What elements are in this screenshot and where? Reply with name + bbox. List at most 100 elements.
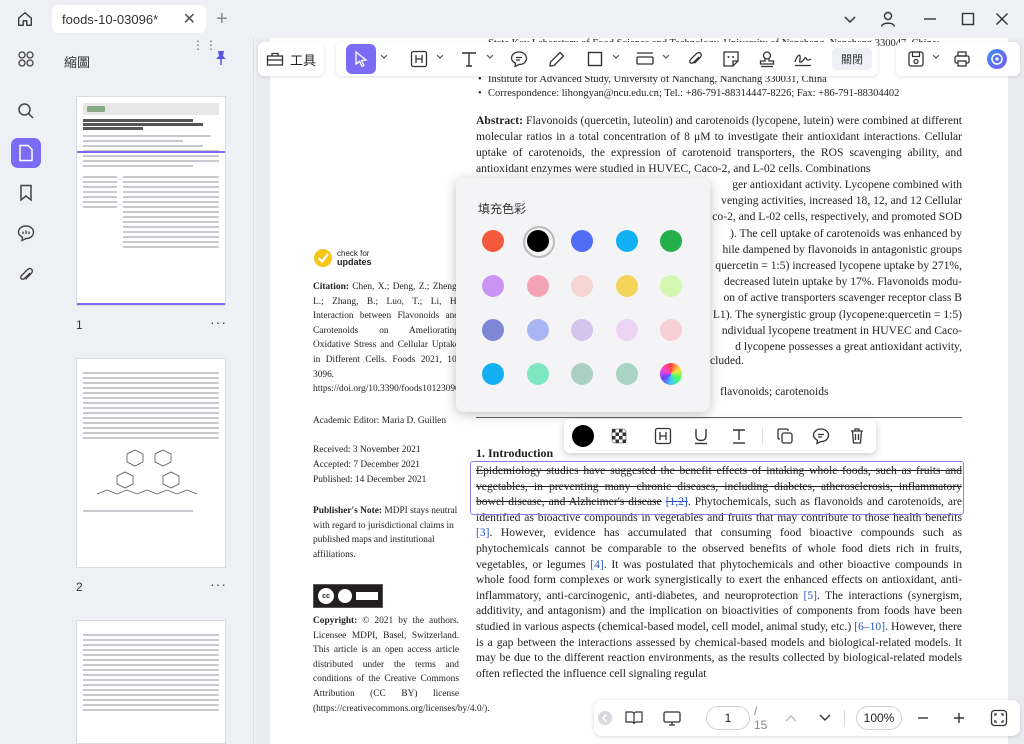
account-icon[interactable] [876, 8, 900, 30]
color-swatch[interactable] [482, 363, 504, 385]
tools-button[interactable]: 工具 [258, 42, 324, 76]
strikethrough-selection-box[interactable] [470, 461, 964, 515]
highlight-text-icon[interactable] [650, 423, 676, 449]
comment-tool-button[interactable] [506, 44, 532, 74]
citation-link[interactable]: [5] [803, 589, 817, 602]
color-swatch[interactable] [527, 363, 549, 385]
page-thumbnail-3[interactable] [76, 620, 226, 744]
strikethrough-text-icon[interactable] [726, 423, 752, 449]
close-window-icon[interactable] [990, 8, 1014, 30]
color-swatch[interactable] [571, 275, 593, 297]
attach-tool-button[interactable] [682, 44, 708, 74]
color-swatch[interactable] [660, 319, 682, 341]
page-thumbnail-2[interactable] [76, 358, 226, 568]
color-swatch[interactable] [571, 319, 593, 341]
affiliation-line-3: • Correspondence: lihongyan@ncu.edu.cn; T… [478, 88, 900, 99]
print-icon[interactable] [950, 44, 974, 74]
check-for-updates-badge[interactable]: check for updates [313, 248, 372, 268]
apps-grid-icon[interactable] [11, 44, 41, 74]
chevron-down-icon[interactable] [612, 54, 620, 60]
next-page-icon[interactable] [816, 706, 834, 730]
published-date: Published: 14 December 2021 [313, 475, 427, 485]
color-swatch[interactable] [482, 319, 504, 341]
close-tab-icon[interactable]: ✕ [183, 9, 196, 29]
color-swatch[interactable] [482, 275, 504, 297]
select-tool-button[interactable] [346, 44, 376, 74]
toolbox-icon [266, 52, 284, 66]
color-swatch-selected[interactable] [523, 226, 555, 258]
collapse-bar-icon[interactable] [596, 706, 614, 730]
search-icon[interactable] [11, 96, 41, 126]
present-icon[interactable] [660, 706, 684, 730]
comments-icon[interactable] [11, 218, 41, 248]
current-view-frame [77, 151, 225, 305]
citation-link[interactable]: [3] [476, 526, 490, 539]
zoom-level-input[interactable]: 100% [856, 706, 902, 730]
opacity-icon[interactable] [606, 423, 632, 449]
citation-link[interactable]: [6–10] [854, 620, 885, 633]
thumbnails-icon[interactable] [11, 138, 41, 168]
color-swatch[interactable] [660, 275, 682, 297]
maximize-icon[interactable] [956, 8, 980, 30]
chevron-down-icon[interactable] [662, 54, 670, 60]
new-tab-icon[interactable]: + [216, 8, 228, 31]
shape-tool-button[interactable] [582, 44, 608, 74]
color-swatch[interactable] [616, 363, 638, 385]
page-number-input[interactable]: 1 [706, 706, 750, 730]
minimize-icon[interactable] [918, 8, 942, 30]
zoom-in-icon[interactable] [950, 706, 968, 730]
save-icon[interactable] [904, 44, 928, 74]
fill-color-button[interactable] [570, 423, 596, 449]
color-swatch[interactable] [571, 230, 593, 252]
stamp-tool-button[interactable] [754, 44, 780, 74]
divider [762, 428, 763, 444]
color-swatch[interactable] [660, 230, 682, 252]
measure-tool-button[interactable] [632, 44, 658, 74]
citation-link[interactable]: [4] [590, 558, 604, 571]
color-swatch[interactable] [571, 363, 593, 385]
underline-icon[interactable] [688, 423, 714, 449]
bookmark-icon[interactable] [11, 178, 41, 208]
highlight-tool-button[interactable] [406, 44, 432, 74]
color-swatch[interactable] [616, 275, 638, 297]
sticker-tool-button[interactable] [718, 44, 744, 74]
panel-title: 縮圖 [64, 55, 91, 70]
pen-tool-button[interactable] [544, 44, 570, 74]
cc-by-license-logo[interactable]: cc [313, 584, 383, 608]
pin-icon[interactable] [214, 50, 228, 71]
received-date: Received: 3 November 2021 [313, 445, 421, 455]
color-swatch[interactable] [527, 275, 549, 297]
add-comment-icon[interactable] [808, 423, 834, 449]
color-swatch[interactable] [616, 230, 638, 252]
home-icon[interactable] [12, 7, 38, 31]
copy-icon[interactable] [772, 423, 798, 449]
color-swatch[interactable] [616, 319, 638, 341]
divider [844, 710, 845, 726]
page-1-more-icon[interactable]: ··· [210, 314, 227, 330]
chevron-down-icon[interactable] [838, 8, 862, 30]
chevron-down-icon[interactable] [380, 54, 388, 60]
previous-page-icon[interactable] [782, 706, 800, 730]
reading-mode-icon[interactable] [622, 706, 646, 730]
text-tool-button[interactable] [456, 44, 482, 74]
left-rail [0, 38, 50, 744]
page-thumbnail-1[interactable] [76, 96, 226, 306]
check-updates-line-2: updates [337, 257, 372, 267]
chevron-down-icon[interactable] [436, 54, 444, 60]
zoom-out-icon[interactable] [914, 706, 932, 730]
chevron-down-icon[interactable] [486, 54, 494, 60]
fit-page-icon[interactable] [988, 706, 1010, 730]
color-swatch[interactable] [482, 230, 504, 252]
custom-color-wheel[interactable] [660, 363, 682, 385]
document-tab[interactable]: foods-10-03096* ✕ [52, 5, 206, 33]
attachment-icon[interactable] [11, 260, 41, 290]
close-toolbar-button[interactable]: 關閉 [832, 48, 872, 70]
chevron-down-icon[interactable] [932, 54, 940, 60]
tools-label: 工具 [289, 52, 316, 68]
document-tab-title: foods-10-03096* [62, 11, 159, 27]
delete-icon[interactable] [844, 423, 870, 449]
signature-tool-button[interactable] [790, 44, 816, 74]
ai-assistant-icon[interactable] [984, 44, 1010, 74]
color-swatch[interactable] [527, 319, 549, 341]
page-2-more-icon[interactable]: ··· [210, 576, 227, 592]
